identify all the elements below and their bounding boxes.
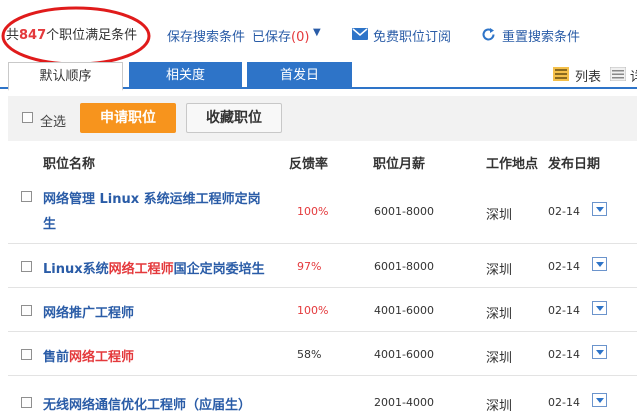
feedback-rate: 100% bbox=[297, 304, 329, 317]
reset-search-link[interactable]: 重置搜索条件 bbox=[502, 26, 580, 45]
feedback-rate: 100% bbox=[297, 205, 329, 218]
save-job-button[interactable]: 收藏职位 bbox=[186, 103, 282, 133]
select-all-label[interactable]: 全选 bbox=[40, 111, 66, 130]
column-header-post-date: 发布日期 bbox=[548, 157, 601, 172]
job-title-link[interactable]: Linux系统网络工程师国企定岗委培生 bbox=[43, 258, 265, 277]
row-divider bbox=[8, 287, 637, 288]
salary-range: 6001-8000 bbox=[374, 260, 434, 273]
job-title-keyword: 网络工程师 bbox=[69, 350, 135, 365]
job-title-link[interactable]: 网络管理 Linux 系统运维工程师定岗 bbox=[43, 188, 261, 207]
expand-down-icon[interactable] bbox=[592, 257, 607, 271]
salary-range: 4001-6000 bbox=[374, 348, 434, 361]
job-location: 深圳 bbox=[486, 208, 513, 223]
column-header-location: 工作地点 bbox=[486, 157, 539, 172]
tab-relevance[interactable]: 相关度 bbox=[129, 62, 242, 89]
expand-down-icon[interactable] bbox=[592, 301, 607, 315]
result-count: 共847个职位满足条件 bbox=[6, 24, 137, 43]
expand-down-icon[interactable] bbox=[592, 202, 607, 216]
job-title-link[interactable]: 生 bbox=[43, 213, 56, 232]
saved-searches-count: (0) bbox=[291, 30, 310, 45]
job-location: 深圳 bbox=[486, 263, 513, 278]
job-title-text: 生 bbox=[43, 217, 57, 232]
column-header-salary: 职位月薪 bbox=[373, 157, 426, 172]
caret-down-icon[interactable]: ▼ bbox=[313, 27, 321, 38]
row-divider bbox=[8, 331, 637, 332]
select-all-checkbox[interactable] bbox=[22, 112, 33, 123]
refresh-icon bbox=[482, 28, 495, 41]
job-select-checkbox[interactable] bbox=[21, 397, 32, 408]
row-divider bbox=[8, 375, 637, 376]
saved-searches-label: 已保存 bbox=[252, 30, 292, 45]
job-title-text: 国企定岗委培生 bbox=[173, 262, 265, 277]
job-select-checkbox[interactable] bbox=[21, 191, 32, 202]
row-divider bbox=[8, 243, 637, 244]
job-title-text: 网络管理 Linux 系统运维工程师定岗 bbox=[43, 192, 261, 207]
job-select-checkbox[interactable] bbox=[21, 305, 32, 316]
expand-down-icon[interactable] bbox=[592, 345, 607, 359]
job-select-checkbox[interactable] bbox=[21, 261, 32, 272]
post-date: 02-14 bbox=[548, 348, 580, 361]
apply-job-button[interactable]: 申请职位 bbox=[80, 103, 176, 133]
detail-view-icon[interactable] bbox=[610, 67, 626, 81]
job-location: 深圳 bbox=[486, 351, 513, 366]
result-count-number: 847 bbox=[19, 28, 47, 43]
save-search-link[interactable]: 保存搜索条件 bbox=[167, 26, 245, 45]
job-title-text: 售前 bbox=[43, 350, 70, 365]
expand-down-icon[interactable] bbox=[592, 393, 607, 407]
job-title-keyword: 网络工程师 bbox=[108, 262, 174, 277]
list-view-icon[interactable] bbox=[553, 67, 569, 81]
result-count-suffix: 个职位满足条件 bbox=[46, 28, 138, 43]
feedback-rate: 97% bbox=[297, 260, 322, 273]
job-title-text: Linux系统 bbox=[43, 262, 109, 277]
job-title-link[interactable]: 无线网络通信优化工程师（应届生） bbox=[43, 394, 251, 413]
job-title-text: 网络推广工程师 bbox=[43, 306, 135, 321]
job-subscribe-link[interactable]: 免费职位订阅 bbox=[373, 26, 451, 45]
salary-range: 2001-4000 bbox=[374, 396, 434, 409]
job-title-link[interactable]: 售前网络工程师 bbox=[43, 346, 134, 365]
tab-default-order[interactable]: 默认顺序 bbox=[8, 62, 123, 91]
post-date: 02-14 bbox=[548, 260, 580, 273]
job-title-text: 无线网络通信优化工程师（应届生） bbox=[43, 398, 252, 413]
detail-view-label[interactable]: 详 bbox=[630, 66, 637, 85]
salary-range: 6001-8000 bbox=[374, 205, 434, 218]
column-header-job-name: 职位名称 bbox=[43, 157, 96, 172]
salary-range: 4001-6000 bbox=[374, 304, 434, 317]
post-date: 02-14 bbox=[548, 205, 580, 218]
result-count-prefix: 共 bbox=[6, 28, 20, 43]
post-date: 02-14 bbox=[548, 304, 580, 317]
job-location: 深圳 bbox=[486, 307, 513, 322]
column-header-feedback-rate: 反馈率 bbox=[289, 157, 329, 172]
tab-first-posted[interactable]: 首发日 bbox=[247, 62, 352, 89]
post-date: 02-14 bbox=[548, 396, 580, 409]
envelope-icon bbox=[352, 28, 368, 40]
saved-searches-dropdown[interactable]: 已保存(0) bbox=[252, 26, 309, 45]
list-view-label[interactable]: 列表 bbox=[575, 66, 601, 85]
job-title-link[interactable]: 网络推广工程师 bbox=[43, 302, 134, 321]
job-location: 深圳 bbox=[486, 399, 513, 414]
job-select-checkbox[interactable] bbox=[21, 349, 32, 360]
feedback-rate: 58% bbox=[297, 348, 322, 361]
